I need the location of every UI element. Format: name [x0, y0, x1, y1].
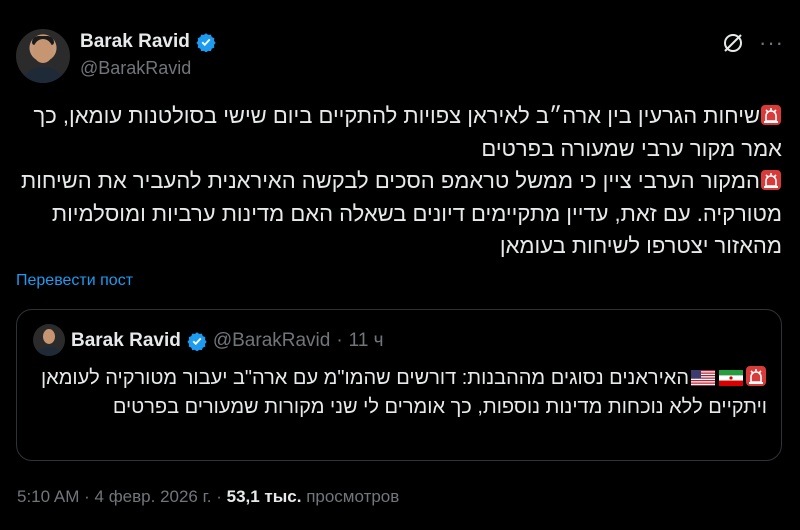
verified-badge-icon: [187, 332, 207, 351]
siren-emoji-icon: [761, 105, 781, 125]
us-flag-icon: [691, 370, 715, 386]
quote-avatar-body: [37, 347, 61, 356]
author-name-row[interactable]: Barak Ravid: [80, 31, 216, 53]
quote-time[interactable]: 11 ч: [349, 330, 384, 352]
post-time[interactable]: 5:10 AM: [17, 487, 79, 506]
verified-badge-icon: [196, 33, 216, 52]
iran-flag-icon: [719, 370, 743, 386]
more-icon[interactable]: ···: [759, 30, 784, 56]
quote-text-content: האיראנים נסוגים מההבנות: דורשים שהמו"מ ע…: [40, 367, 767, 418]
quote-avatar-face: [43, 329, 55, 344]
meta-separator: ·: [84, 487, 90, 506]
siren-emoji-icon: [761, 170, 781, 190]
tweet-text: שיחות הגרעין בין ארה״ב לאיראן צפויות להת…: [18, 100, 782, 263]
quote-header: Barak Ravid @BarakRavid · 11 ч: [71, 330, 384, 352]
views-label: просмотров: [306, 487, 400, 506]
views-count: 53,1 тыс.: [226, 487, 302, 506]
siren-emoji-icon: [746, 366, 766, 386]
quote-text: האיראנים נסוגים מההבנות: דורשים שהמו"מ ע…: [33, 364, 767, 422]
tweet-line-2: המקור הערבי ציין כי ממשל טראמפ הסכים לבק…: [14, 168, 782, 258]
quoted-tweet[interactable]: Barak Ravid @BarakRavid · 11 ч האיראנים …: [16, 309, 782, 461]
quote-author-name[interactable]: Barak Ravid: [71, 330, 181, 352]
grok-icon[interactable]: [721, 31, 745, 55]
avatar-body: [24, 67, 62, 83]
author-handle[interactable]: @BarakRavid: [80, 58, 191, 79]
tweet-line-1: שיחות הגרעין בין ארה״ב לאיראן צפויות להת…: [27, 103, 782, 161]
post-date[interactable]: 4 февр. 2026 г.: [95, 487, 212, 506]
quote-separator: ·: [336, 330, 343, 351]
quote-avatar[interactable]: [33, 324, 65, 356]
author-avatar[interactable]: [16, 29, 70, 83]
quote-author-handle[interactable]: @BarakRavid: [213, 330, 331, 352]
author-name[interactable]: Barak Ravid: [80, 31, 190, 53]
avatar-face: [33, 39, 53, 63]
meta-separator: ·: [216, 487, 222, 506]
tweet-meta: 5:10 AM · 4 февр. 2026 г. · 53,1 тыс. пр…: [17, 487, 399, 507]
translate-post-link[interactable]: Перевести пост: [16, 272, 133, 290]
